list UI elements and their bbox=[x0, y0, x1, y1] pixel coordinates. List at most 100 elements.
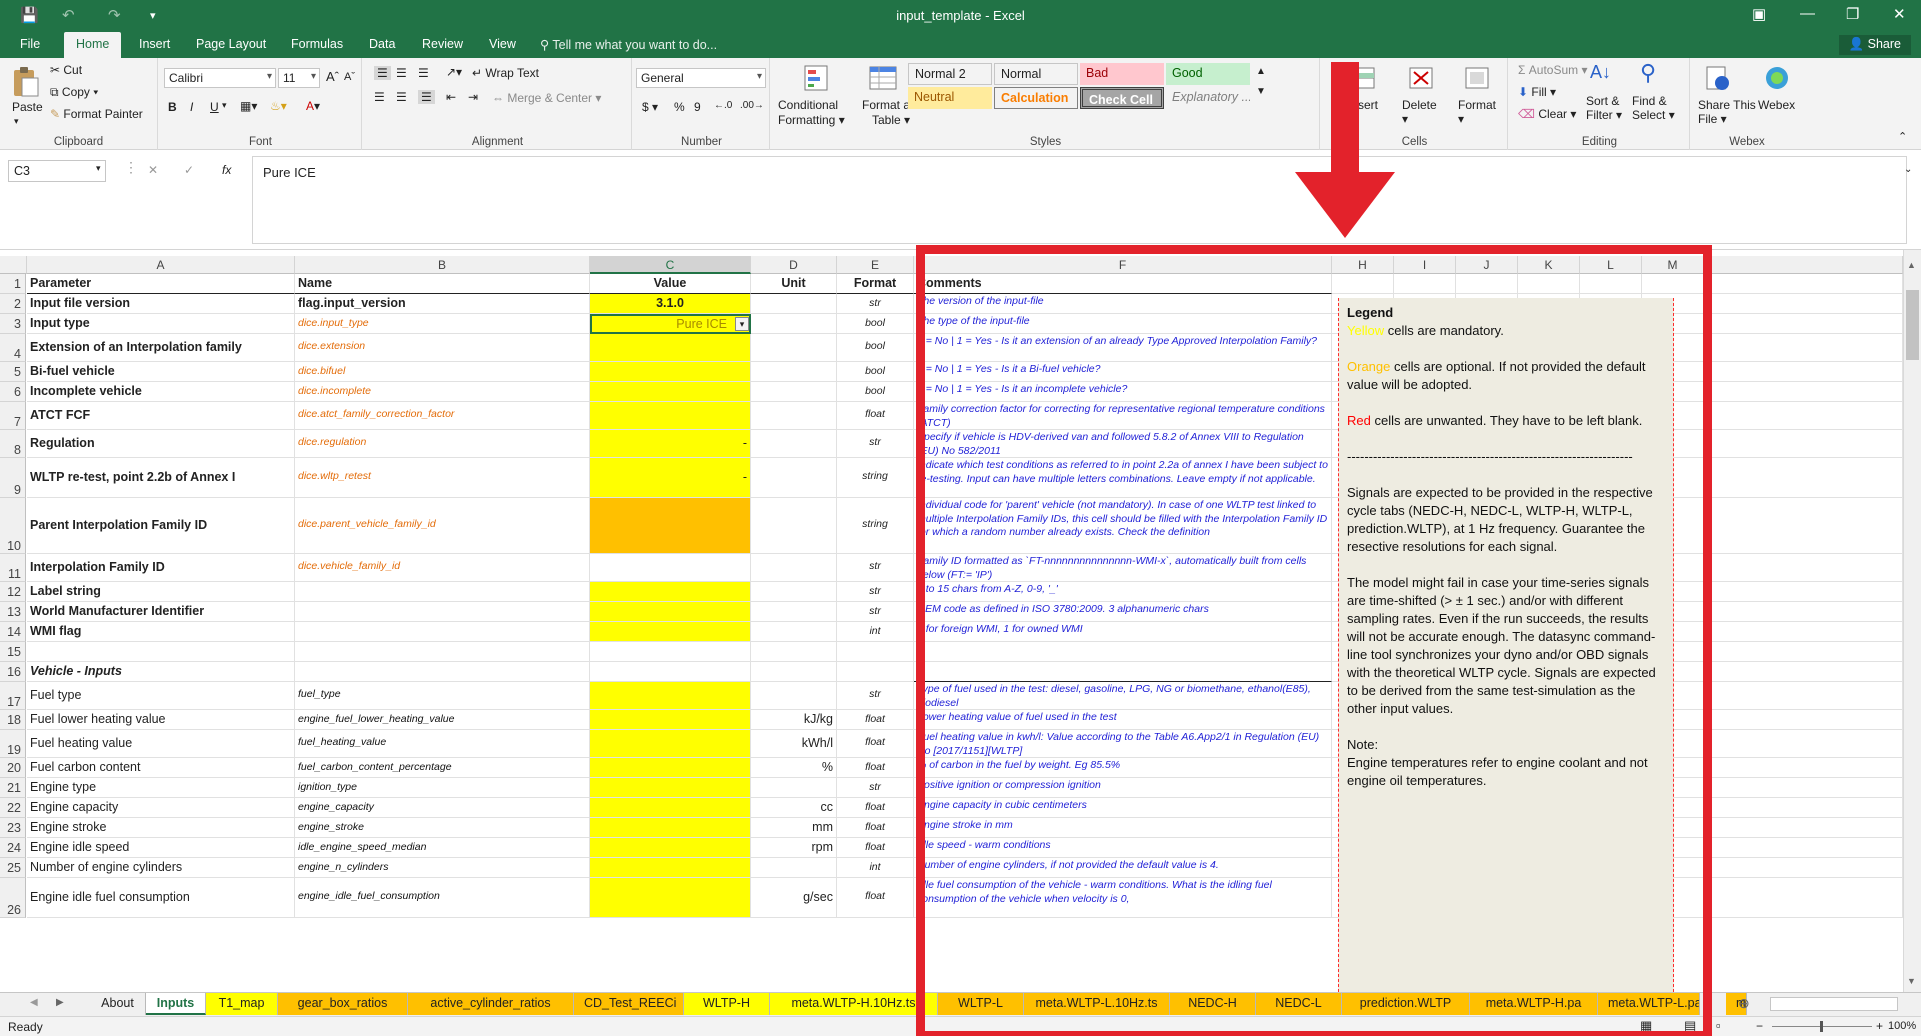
style-normal[interactable]: Normal bbox=[994, 63, 1078, 85]
parameter-name[interactable]: idle_engine_speed_median bbox=[295, 838, 590, 858]
conditional-formatting-icon[interactable] bbox=[802, 64, 832, 92]
webex-icon[interactable] bbox=[1762, 64, 1792, 92]
delete-button[interactable]: Delete ▾ bbox=[1402, 98, 1437, 126]
webex-button[interactable]: Webex bbox=[1758, 98, 1795, 112]
format-cell[interactable]: string bbox=[837, 498, 914, 554]
row-header[interactable]: 25 bbox=[0, 858, 26, 878]
currency-button[interactable]: $ ▾ bbox=[642, 100, 658, 114]
borders-icon[interactable]: ▦▾ bbox=[240, 99, 257, 113]
scroll-down-icon[interactable]: ▼ bbox=[1907, 976, 1916, 986]
zoom-level[interactable]: 100% bbox=[1888, 1020, 1916, 1032]
column-header-a[interactable]: A bbox=[27, 256, 295, 274]
unit-cell[interactable] bbox=[751, 778, 837, 798]
parameter-name[interactable]: engine_stroke bbox=[295, 818, 590, 838]
format-cell[interactable]: float bbox=[837, 710, 914, 730]
parameter-label[interactable]: Fuel lower heating value bbox=[27, 710, 295, 730]
sheet-tab-t1-map[interactable]: T1_map bbox=[206, 993, 278, 1015]
column-title-d[interactable]: Unit bbox=[751, 274, 837, 294]
empty-cell[interactable] bbox=[1704, 554, 1903, 582]
parameter-name[interactable]: engine_idle_fuel_consumption bbox=[295, 878, 590, 918]
select-all-corner[interactable] bbox=[0, 256, 27, 274]
format-cell[interactable]: int bbox=[837, 858, 914, 878]
unit-cell[interactable]: kJ/kg bbox=[751, 710, 837, 730]
unit-cell[interactable] bbox=[751, 362, 837, 382]
dropdown-arrow-icon[interactable]: ▾ bbox=[735, 317, 749, 331]
tab-insert[interactable]: Insert bbox=[139, 37, 170, 51]
parameter-name[interactable] bbox=[295, 662, 590, 682]
format-cell[interactable] bbox=[837, 642, 914, 662]
font-color-icon[interactable]: A▾ bbox=[306, 99, 320, 113]
parameter-name[interactable]: fuel_heating_value bbox=[295, 730, 590, 758]
parameter-name[interactable] bbox=[295, 622, 590, 642]
unit-cell[interactable] bbox=[751, 662, 837, 682]
row-header[interactable]: 24 bbox=[0, 838, 26, 858]
parameter-name[interactable]: flag.input_version bbox=[295, 294, 590, 314]
formula-input[interactable]: Pure ICE bbox=[252, 156, 1907, 244]
decrease-decimal-icon[interactable]: .00→ bbox=[740, 100, 764, 111]
row-header[interactable]: 23 bbox=[0, 818, 26, 838]
tab-view[interactable]: View bbox=[489, 37, 516, 51]
empty-cell[interactable] bbox=[1704, 458, 1903, 498]
value-cell[interactable]: - bbox=[590, 458, 751, 498]
delete-cells-icon[interactable] bbox=[1406, 64, 1436, 92]
paste-dropdown-icon[interactable]: ▾ bbox=[14, 116, 19, 127]
fill-color-icon[interactable]: ♨▾ bbox=[270, 99, 287, 113]
value-cell[interactable] bbox=[590, 818, 751, 838]
format-cell[interactable]: float bbox=[837, 730, 914, 758]
unit-cell[interactable] bbox=[751, 294, 837, 314]
value-cell[interactable]: - bbox=[590, 430, 751, 458]
parameter-label[interactable] bbox=[27, 642, 295, 662]
sheet-tab-about[interactable]: About bbox=[90, 993, 146, 1015]
parameter-label[interactable]: Number of engine cylinders bbox=[27, 858, 295, 878]
parameter-label[interactable]: Engine idle fuel consumption bbox=[27, 878, 295, 918]
unit-cell[interactable]: % bbox=[751, 758, 837, 778]
parameter-name[interactable]: dice.parent_vehicle_family_id bbox=[295, 498, 590, 554]
zoom-slider-thumb[interactable] bbox=[1820, 1021, 1823, 1032]
parameter-label[interactable]: Extension of an Interpolation family bbox=[27, 334, 295, 362]
value-cell[interactable] bbox=[590, 878, 751, 918]
format-cell[interactable]: bool bbox=[837, 314, 914, 334]
tell-me-box[interactable]: ⚲ Tell me what you want to do... bbox=[540, 37, 717, 52]
unit-cell[interactable]: kWh/l bbox=[751, 730, 837, 758]
find-select-button[interactable]: Find & Select ▾ bbox=[1632, 94, 1675, 122]
paste-button[interactable]: Paste bbox=[12, 100, 43, 114]
empty-cell[interactable] bbox=[1704, 710, 1903, 730]
unit-cell[interactable] bbox=[751, 682, 837, 710]
unit-cell[interactable] bbox=[751, 498, 837, 554]
unit-cell[interactable] bbox=[751, 430, 837, 458]
row-header[interactable]: 21 bbox=[0, 778, 26, 798]
next-sheet-icon[interactable]: ▶ bbox=[56, 997, 64, 1008]
parameter-label[interactable]: World Manufacturer Identifier bbox=[27, 602, 295, 622]
unit-cell[interactable] bbox=[751, 458, 837, 498]
empty-cell[interactable] bbox=[1704, 402, 1903, 430]
active-cell-c3[interactable]: Pure ICE bbox=[590, 314, 751, 334]
row-header[interactable]: 9 bbox=[0, 458, 26, 498]
sheet-tab-active-cylinder-ratios[interactable]: active_cylinder_ratios bbox=[408, 993, 574, 1015]
unit-cell[interactable] bbox=[751, 382, 837, 402]
share-button[interactable]: 👤 Share bbox=[1838, 35, 1911, 55]
sheet-tab-cd-test-reeci[interactable]: CD_Test_REECi bbox=[574, 993, 684, 1015]
empty-cell[interactable] bbox=[1704, 798, 1903, 818]
row-header[interactable]: 18 bbox=[0, 710, 26, 730]
column-header-c[interactable]: C bbox=[590, 256, 751, 274]
tab-home[interactable]: Home bbox=[64, 32, 122, 58]
parameter-label[interactable]: Fuel heating value bbox=[27, 730, 295, 758]
enter-icon[interactable]: ✓ bbox=[184, 163, 194, 177]
style-neutral[interactable]: Neutral bbox=[908, 87, 992, 109]
style-bad[interactable]: Bad bbox=[1080, 63, 1164, 85]
styles-scroll-down-icon[interactable]: ▼ bbox=[1256, 86, 1266, 97]
format-cell[interactable]: str bbox=[837, 554, 914, 582]
align-left-icon[interactable]: ☰ bbox=[374, 90, 385, 104]
paste-icon[interactable] bbox=[10, 64, 40, 98]
expand-formula-bar-icon[interactable]: ⌄ bbox=[1904, 164, 1912, 175]
row-header[interactable]: 4 bbox=[0, 334, 26, 362]
parameter-label[interactable]: Engine type bbox=[27, 778, 295, 798]
value-cell[interactable] bbox=[590, 798, 751, 818]
zoom-in-icon[interactable]: + bbox=[1876, 1019, 1883, 1033]
row-header[interactable]: 12 bbox=[0, 582, 26, 602]
row-header[interactable]: 2 bbox=[0, 294, 26, 314]
row-header[interactable]: 8 bbox=[0, 430, 26, 458]
empty-cell[interactable] bbox=[1704, 662, 1903, 682]
fill-button[interactable]: ⬇ Fill ▾ bbox=[1518, 85, 1556, 99]
conditional-formatting-button[interactable]: Conditional bbox=[778, 98, 838, 112]
